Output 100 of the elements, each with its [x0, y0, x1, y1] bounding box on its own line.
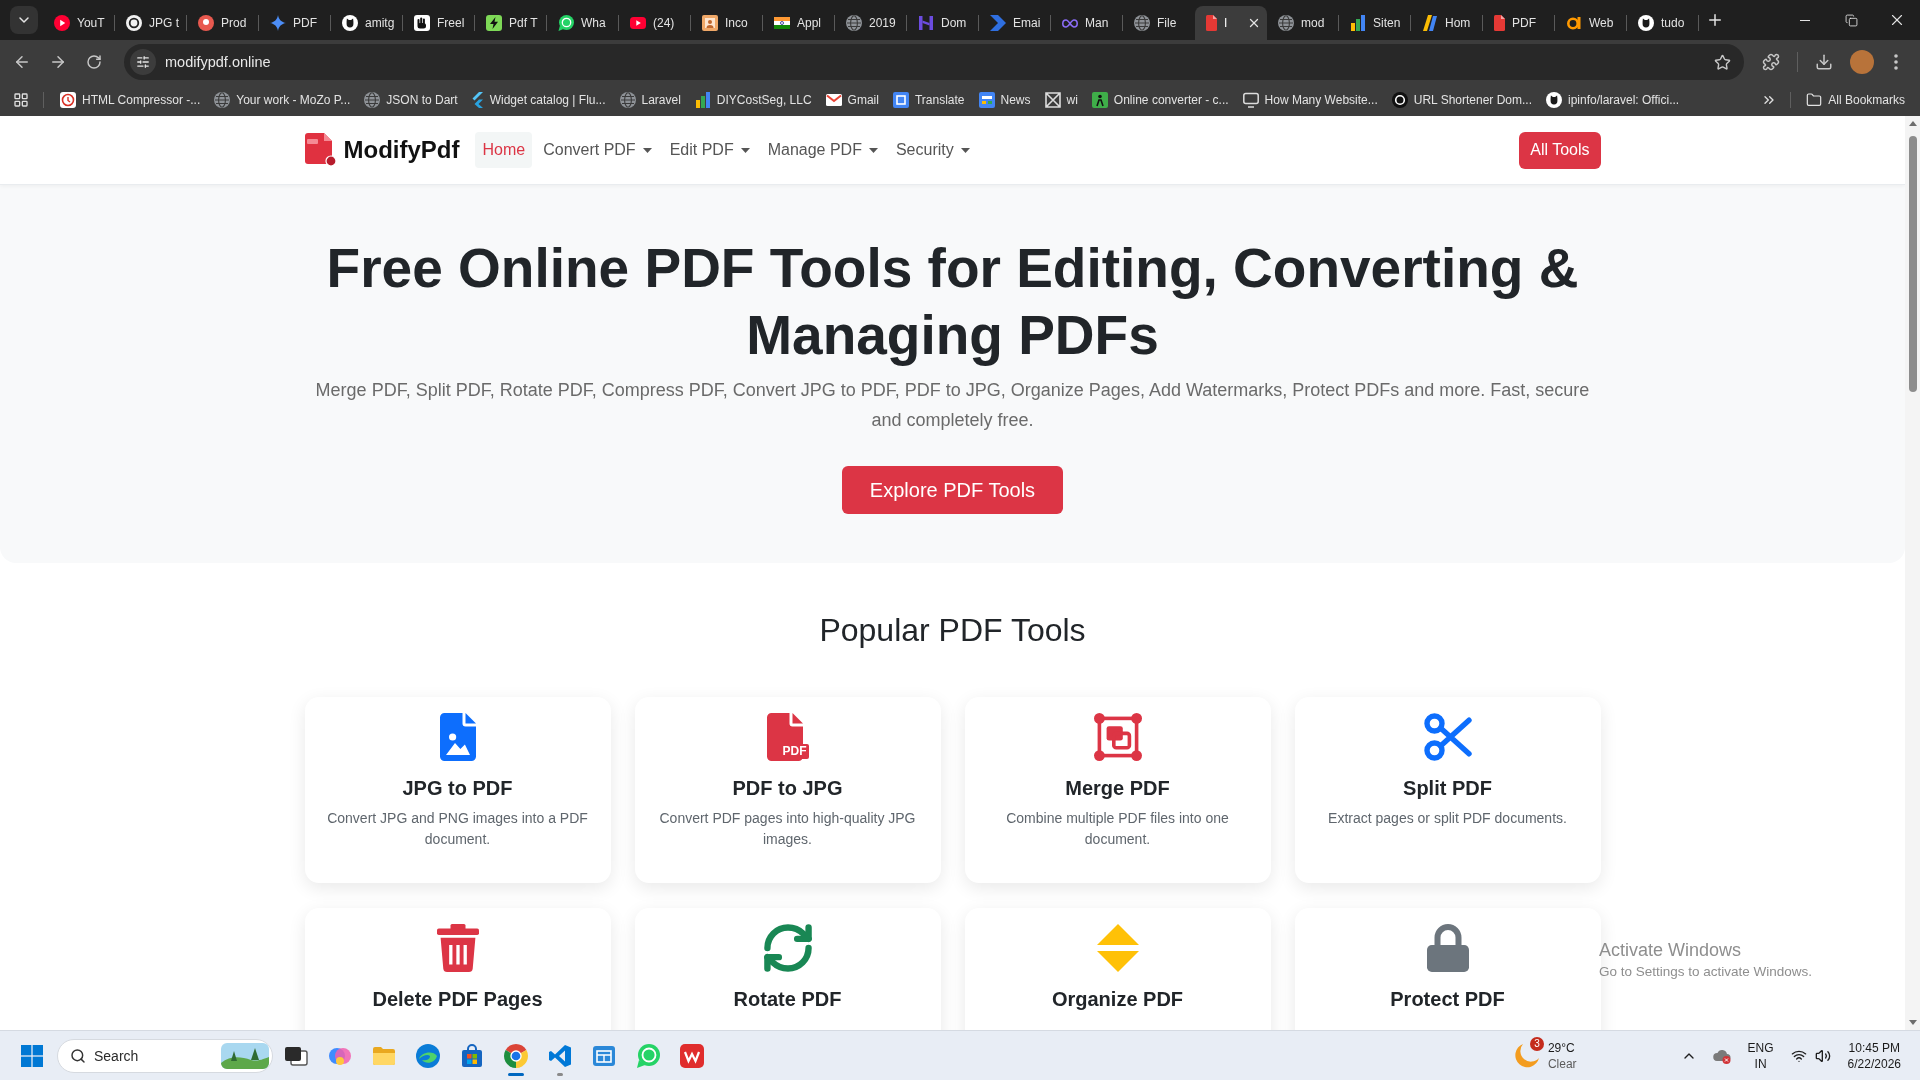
- browser-tab[interactable]: Prod: [187, 6, 259, 40]
- wave-circle-icon: [416, 1043, 440, 1068]
- hero-subtitle: Merge PDF, Split PDF, Rotate PDF, Compress PDF, Convert JPG to PDF, PDF to JPG, Organize Pages, Add Watermarks, Protect PDFs and more. Fast, secure and completely free.: [314, 379, 1591, 432]
- nav-link[interactable]: Home: [475, 132, 533, 168]
- browser-tab[interactable]: 2019: [835, 6, 907, 40]
- browser-tab[interactable]: I: [1195, 6, 1267, 40]
- brand-link[interactable]: ModifyPdf: [304, 133, 460, 167]
- bookmark[interactable]: ipinfo/laravel: Offici...: [1539, 87, 1687, 113]
- tab-list-button[interactable]: [10, 6, 38, 34]
- tool-card[interactable]: Organize PDF: [964, 908, 1271, 1030]
- tool-card[interactable]: Merge PDF Combine multiple PDF files into one document.: [964, 697, 1271, 883]
- cat-head-icon: [1546, 92, 1562, 108]
- ring-icon: [126, 15, 142, 31]
- tool-card[interactable]: PDF PDF to JPG Convert PDF pages into high-quality JPG images.: [634, 697, 941, 883]
- browser-tab[interactable]: Web: [1555, 6, 1627, 40]
- browser-tab[interactable]: mod: [1267, 6, 1339, 40]
- clock[interactable]: 10:45 PM 6/22/2026: [1840, 1035, 1908, 1076]
- bookmark[interactable]: wi: [1037, 87, 1085, 113]
- folder-icon: [372, 1045, 396, 1066]
- avatar[interactable]: [1850, 50, 1874, 74]
- bookmark[interactable]: How Many Website...: [1235, 87, 1385, 113]
- browser-tab[interactable]: Man: [1051, 6, 1123, 40]
- browser-tab[interactable]: Pdf T: [475, 6, 547, 40]
- tool-card[interactable]: Split PDF Extract pages or split PDF documents.: [1294, 697, 1601, 883]
- browser-tab[interactable]: tudo: [1627, 6, 1699, 40]
- browser-tab[interactable]: Hom: [1411, 6, 1483, 40]
- infinity-icon: [1062, 18, 1078, 28]
- ribbon-icon: [548, 1043, 572, 1068]
- flag-icon: [774, 17, 790, 29]
- bookmark[interactable]: Your work - MoZo P...: [207, 87, 358, 113]
- bookmark[interactable]: DIYCostSeg, LLC: [687, 87, 819, 113]
- browser-tab[interactable]: Inco: [691, 6, 763, 40]
- tool-title: Organize PDF: [1051, 987, 1184, 1011]
- globe-icon: [846, 15, 862, 31]
- nav-link[interactable]: Convert PDF: [536, 132, 659, 168]
- weather-widget[interactable]: 3 29°C Clear: [1507, 1034, 1583, 1077]
- crossed-box-icon: [1044, 92, 1061, 108]
- nav-link[interactable]: Security: [888, 132, 977, 168]
- browser-tab[interactable]: YouT: [43, 6, 115, 40]
- square-tile-icon: [892, 92, 909, 108]
- tool-title: Split PDF: [1403, 776, 1492, 800]
- scroll-up-icon[interactable]: [1908, 121, 1917, 126]
- site-info-button[interactable]: [130, 49, 156, 75]
- browser-tab[interactable]: Siten: [1339, 6, 1411, 40]
- explore-tools-button[interactable]: Explore PDF Tools: [841, 466, 1064, 514]
- globe-icon: [1278, 15, 1294, 31]
- bookmark[interactable]: Translate: [885, 87, 972, 113]
- browser-tab[interactable]: File: [1123, 6, 1195, 40]
- browser-tab[interactable]: amitg: [331, 6, 403, 40]
- tool-card[interactable]: JPG to PDF Convert JPG and PNG images into a PDF document.: [304, 697, 611, 883]
- scroll-down-icon[interactable]: [1908, 1020, 1917, 1025]
- browser-tab[interactable]: Freel: [403, 6, 475, 40]
- tool-title: Delete PDF Pages: [372, 987, 543, 1011]
- cloud-error-icon: [1712, 1047, 1731, 1064]
- browser-tab[interactable]: Wha: [547, 6, 619, 40]
- bookmark[interactable]: Widget catalog | Flu...: [464, 87, 613, 113]
- section-title: Popular PDF Tools: [819, 611, 1086, 649]
- chevron-icon: [471, 92, 484, 108]
- cat-head-icon: [342, 15, 358, 31]
- browser-tab[interactable]: JPG t: [115, 6, 187, 40]
- nav-link[interactable]: Manage PDF: [760, 132, 885, 168]
- bookmark[interactable]: URL Shortener Dom...: [1384, 87, 1539, 113]
- cat-head-icon: [1638, 15, 1654, 31]
- all-tools-button[interactable]: All Tools: [1519, 131, 1601, 169]
- nav-link[interactable]: Edit PDF: [662, 132, 757, 168]
- document-icon: [1494, 15, 1505, 31]
- weather-condition-text: Clear: [1547, 1055, 1577, 1072]
- portrait-icon: [702, 15, 718, 31]
- tool-description: Convert JPG and PNG images into a PDF document.: [326, 809, 589, 849]
- bookmark[interactable]: Online converter - c...: [1084, 87, 1236, 113]
- search-bar[interactable]: Search: [57, 1038, 273, 1073]
- bookmark[interactable]: HTML Compressor -...: [53, 87, 208, 113]
- sparkle-icon: [270, 15, 286, 31]
- browser-tab[interactable]: Emai: [979, 6, 1051, 40]
- tool-title: Protect PDF: [1390, 987, 1505, 1011]
- browser-tab[interactable]: Dom: [907, 6, 979, 40]
- scrollbar-thumb[interactable]: [1908, 136, 1917, 392]
- browser-tab[interactable]: (24): [619, 6, 691, 40]
- tool-card[interactable]: Delete PDF Pages: [304, 908, 611, 1030]
- browser-tab[interactable]: PDF: [259, 6, 331, 40]
- close-icon[interactable]: [1247, 16, 1261, 30]
- all-bookmarks-button[interactable]: All Bookmarks: [1799, 87, 1912, 113]
- notification-badge: 3: [1529, 1036, 1544, 1051]
- search-field[interactable]: Search: [94, 1043, 213, 1068]
- figure-tile-icon: [1091, 92, 1108, 108]
- bar-chart-icon: [694, 92, 711, 108]
- bookmark[interactable]: JSON to Dart: [357, 87, 465, 113]
- star-icon: [1713, 53, 1731, 71]
- bookmark[interactable]: News: [971, 87, 1038, 113]
- browser-tab[interactable]: Appl: [763, 6, 835, 40]
- bar-chart-icon: [1350, 15, 1366, 31]
- address-bar[interactable]: modifypdf.online: [124, 44, 1744, 80]
- globe-icon: [619, 92, 636, 108]
- folder-icon: [1806, 92, 1823, 108]
- bookmark[interactable]: Gmail: [818, 87, 886, 113]
- bookmark[interactable]: Laravel: [612, 87, 688, 113]
- tool-description: Extract pages or split PDF documents.: [1328, 809, 1567, 828]
- language-indicator[interactable]: ENG IN: [1740, 1035, 1781, 1076]
- browser-tab[interactable]: PDF: [1483, 6, 1555, 40]
- tool-card[interactable]: Rotate PDF: [634, 908, 941, 1030]
